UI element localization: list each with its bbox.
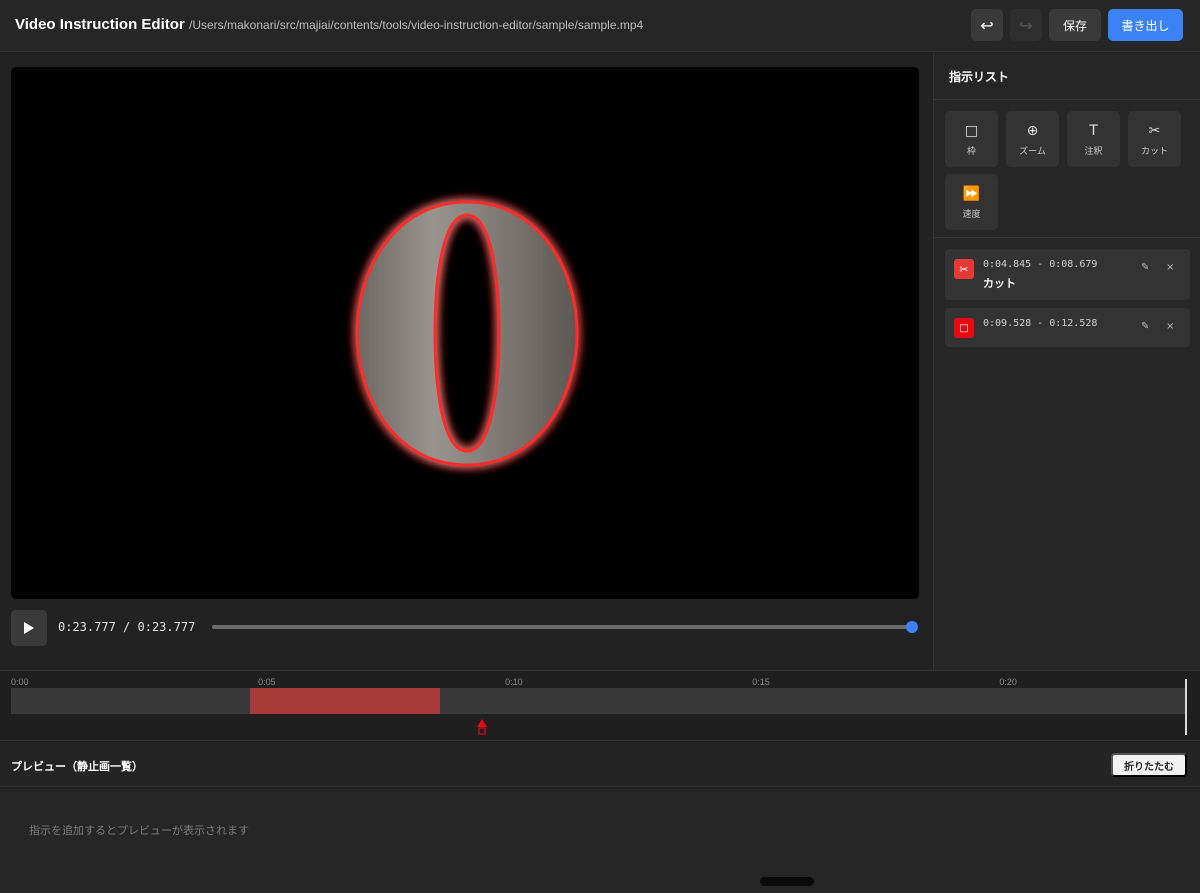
scissors-icon: ✂ [959,262,969,276]
duration: 0:23.777 [137,620,196,634]
tool-annotation-button[interactable]: T 注釈 [1067,111,1120,167]
frame-icon: □ [964,122,979,139]
tool-label: 枠 [966,146,976,157]
tool-label: 注釈 [1084,146,1103,157]
file-path: /Users/makonari/src/majiai/contents/tool… [189,18,644,32]
export-button[interactable]: 書き出し [1108,9,1183,41]
instruction-item-cut[interactable]: ✂ 0:04.845 - 0:08.679 カット ✎ × [945,249,1190,300]
app-header: Video Instruction Editor /Users/makonari… [0,0,1200,52]
marker-icon [476,719,487,735]
tool-label: カット [1140,146,1168,157]
timeline-tick-label: 0:10 [505,677,523,687]
undo-button[interactable]: ↩ [971,9,1003,41]
instruction-type-badge: ✂ [954,259,974,279]
tool-frame-button[interactable]: □ 枠 [945,111,998,167]
tool-cut-button[interactable]: ✂ カット [1128,111,1181,167]
save-button[interactable]: 保存 [1049,9,1101,41]
cut-segment[interactable] [250,688,440,714]
seek-thumb[interactable] [906,621,918,633]
video-area: 0 0:23.777 / 0:23.777 [0,53,933,670]
fast-forward-icon: ⏩ [962,185,981,202]
preview-body: 指示を追加するとプレビューが表示されます [0,788,1200,893]
redo-button[interactable]: ↪ [1010,9,1042,41]
time-display: 0:23.777 / 0:23.777 [58,620,195,634]
timeline-tick-label: 0:00 [11,677,29,687]
timeline[interactable]: 0:00 0:05 0:10 0:15 0:20 [0,670,1200,741]
instruction-time-range: 0:04.845 - 0:08.679 [983,259,1098,270]
instruction-label: カット [983,277,1016,290]
video-content: 0 [355,200,579,467]
timeline-playhead[interactable] [1185,679,1187,735]
video-frame[interactable]: 0 [11,67,919,599]
preview-title: プレビュー（静止画一覧） [11,760,143,773]
instruction-sidebar: 指示リスト □ 枠 ⊕ ズーム T 注釈 ✂ カット ⏩ 速度 ✂ 0:04.8… [933,53,1200,670]
frame-marker[interactable] [476,719,487,739]
timeline-track[interactable] [11,688,1186,714]
timeline-tick-label: 0:05 [258,677,276,687]
delete-icon[interactable]: × [1166,262,1174,273]
instruction-type-badge: □ [954,318,974,338]
collapse-button[interactable]: 折りたたむ [1111,753,1187,777]
seek-bar[interactable] [212,621,918,633]
timeline-tick-label: 0:20 [999,677,1017,687]
time-separator: / [123,620,131,634]
preview-empty-message: 指示を追加するとプレビューが表示されます [29,824,249,837]
divider [934,237,1200,238]
zoom-icon: ⊕ [1026,122,1039,139]
delete-icon[interactable]: × [1166,321,1174,332]
app-title: Video Instruction Editor [15,16,185,33]
instruction-item-frame[interactable]: □ 0:09.528 - 0:12.528 ✎ × [945,308,1190,347]
tool-zoom-button[interactable]: ⊕ ズーム [1006,111,1059,167]
tool-speed-button[interactable]: ⏩ 速度 [945,174,998,230]
tool-label: ズーム [1019,146,1046,157]
edit-icon[interactable]: ✎ [1141,262,1149,273]
seek-progress [212,625,912,629]
current-time: 0:23.777 [58,620,116,634]
timeline-tick-label: 0:15 [752,677,770,687]
preview-header: プレビュー（静止画一覧） 折りたたむ [0,742,1200,787]
divider [934,99,1200,100]
frame-icon: □ [959,322,969,334]
edit-icon[interactable]: ✎ [1141,321,1149,332]
instruction-time-range: 0:09.528 - 0:12.528 [983,318,1098,329]
home-indicator [760,877,814,886]
scissors-icon: ✂ [1148,122,1161,139]
play-icon [24,622,34,634]
sidebar-title: 指示リスト [949,70,1010,84]
play-button[interactable] [11,610,47,646]
tool-label: 速度 [962,209,981,220]
text-icon: T [1089,122,1098,139]
